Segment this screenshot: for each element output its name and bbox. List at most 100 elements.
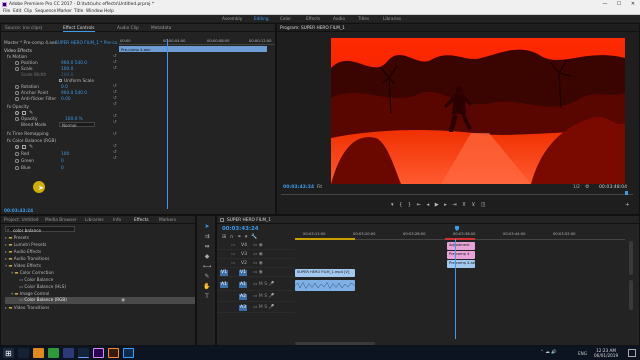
stopwatch-icon[interactable] — [15, 166, 19, 170]
uniform-scale-checkbox[interactable] — [59, 79, 62, 82]
settings-wrench-icon[interactable]: ⚙ — [585, 184, 589, 190]
add-button-icon[interactable]: + — [625, 202, 630, 208]
rectangle-mask-icon[interactable] — [22, 110, 26, 115]
workspace-editing[interactable]: Editing — [254, 16, 269, 21]
clip-super-hero-film-audio[interactable] — [294, 280, 356, 291]
menu-title[interactable]: Title — [74, 9, 83, 14]
tab-media-browser[interactable]: Media Browser — [45, 218, 77, 223]
close-button[interactable]: ✕ — [626, 0, 640, 8]
sequence-clip-label[interactable]: SUPER HERO FILM_1 * Pre-co... — [55, 41, 121, 46]
workspace-libraries[interactable]: Libraries — [383, 16, 401, 21]
export-frame-icon[interactable]: ◫ — [481, 202, 491, 208]
marker-icon[interactable]: ▾ — [391, 202, 399, 208]
after-effects-icon[interactable] — [78, 348, 89, 358]
tab-sequence[interactable]: SUPER HERO FILM_1 — [227, 218, 271, 223]
property-blend-mode[interactable]: Blend Mode Normal — [1, 122, 119, 128]
ec-playhead[interactable] — [167, 39, 168, 209]
fit-select[interactable]: Fit — [317, 185, 322, 190]
work-area-bar[interactable] — [295, 238, 355, 240]
nest-icon[interactable]: ⊞ — [222, 234, 230, 240]
type-tool-icon[interactable]: T — [202, 292, 212, 302]
hand-tool-icon[interactable]: ✋ — [202, 282, 212, 292]
tree-item-color-correction[interactable]: ▾ ▬ Color Correction — [11, 270, 54, 276]
program-monitor-title[interactable]: Program: SUPER HERO FILM_1 — [280, 26, 345, 31]
property-red[interactable]: Red 100 — [1, 151, 119, 157]
workspace-effects[interactable]: Effects — [306, 16, 320, 21]
tree-item-color-balance-hls[interactable]: ▭ Color Balance (HLS) — [19, 284, 66, 290]
property-green[interactable]: Green 0 — [1, 158, 119, 164]
illustrator-icon[interactable] — [108, 348, 119, 358]
taskbar-clock[interactable]: 12:23 AM 06/01/2019 — [594, 348, 618, 358]
tab-project[interactable]: Project: Untitled — [4, 218, 39, 223]
tree-item-audio-effects[interactable]: ▸ ▬ Audio Effects — [5, 249, 41, 255]
tab-effects[interactable]: Effects — [134, 218, 149, 223]
close-tab-icon[interactable] — [220, 218, 224, 222]
track-header-a2[interactable]: A2 ▭ M S 🎤 — [217, 291, 295, 302]
clip-pre-comp-4[interactable]: Pre-comp 4 — [447, 251, 475, 259]
out-point-icon[interactable]: } — [408, 202, 417, 208]
tree-item-audio-transitions[interactable]: ▸ ▬ Audio Transitions — [5, 256, 49, 262]
workspace-audio[interactable]: Audio — [333, 16, 345, 21]
video-tracks-scrollbar[interactable] — [629, 241, 633, 275]
tab-source[interactable]: Source: (no clips) — [5, 26, 42, 31]
go-to-in-icon[interactable]: ⇤ — [417, 202, 427, 208]
stopwatch-icon[interactable] — [15, 97, 19, 101]
track-header-a1[interactable]: A1 A1 ▭ M S 🎤 — [217, 279, 295, 291]
chrome-icon[interactable] — [48, 348, 59, 358]
ec-timecode[interactable]: 00:03:43:24 — [4, 209, 33, 214]
timeline-timecode[interactable]: 00:03:43:24 — [222, 226, 258, 232]
tree-item-lumetri-presets[interactable]: ▸ ▬ Lumetri Presets — [5, 242, 46, 248]
workspace-color[interactable]: Color — [280, 16, 291, 21]
snap-icon[interactable]: ∩ — [230, 234, 237, 240]
maximize-button[interactable]: ☐ — [612, 0, 626, 8]
property-blue[interactable]: Blue 0 — [1, 165, 119, 171]
workspace-titles[interactable]: Titles — [358, 16, 369, 21]
play-icon[interactable]: ▶ — [435, 202, 445, 208]
rectangle-mask-icon[interactable] — [22, 144, 26, 149]
in-point-icon[interactable]: { — [399, 202, 408, 208]
pen-mask-icon[interactable]: ✎ — [29, 110, 33, 116]
extract-icon[interactable]: ⊻ — [471, 202, 480, 208]
tab-libraries[interactable]: Libraries — [85, 218, 104, 223]
track-header-v4[interactable]: ▭ V4 ▭ ◉ — [217, 241, 295, 250]
clip-super-hero-film-video[interactable]: SUPER HERO FILM_1.mp4 [V] — [295, 269, 355, 277]
resolution-select[interactable]: 1/2 — [573, 185, 580, 190]
program-scrub-bar[interactable] — [281, 191, 633, 195]
premiere-pro-taskbar-icon[interactable] — [93, 348, 104, 358]
track-header-v2[interactable]: ▭ V2 ▭ ◉ — [217, 259, 295, 268]
blend-mode-select[interactable]: Normal — [59, 122, 95, 128]
timeline-horizontal-scrollbar[interactable] — [295, 342, 375, 345]
slip-tool-icon[interactable]: ⟷ — [202, 262, 212, 272]
start-button-icon[interactable]: ⊞ — [3, 348, 14, 358]
track-header-a3[interactable]: A3 ▭ M S 🎤 — [217, 302, 295, 313]
effect-controls-ruler[interactable]: 00:00 00:00:04:00 00:00:08:00 00:00:12:0… — [119, 39, 275, 45]
timeline-tracks-area[interactable]: Adjustment Pre-comp 4 Pre-comp 4.aec SUP… — [294, 239, 625, 341]
tree-item-presets[interactable]: ▸ ▬ Presets — [5, 235, 29, 241]
effects-search-input[interactable]: ⌕ color balance — [5, 226, 75, 233]
pen-tool-icon[interactable]: ✎ — [202, 272, 212, 282]
menu-clip[interactable]: Clip — [24, 9, 32, 14]
app-icon[interactable] — [63, 348, 74, 358]
ellipse-mask-icon[interactable] — [15, 110, 19, 115]
step-back-icon[interactable]: ◂ — [427, 202, 435, 208]
go-to-out-icon[interactable]: ⇥ — [452, 202, 462, 208]
reset-icons-column[interactable]: ↺ ↺ ↺ ↺ ↺ ↺ ↺ ↺ ↺ ↺ ↺ ↺ ↺ — [113, 54, 118, 174]
nested-clip-bar[interactable]: Pre-comp 4.aec — [119, 46, 267, 52]
tab-markers[interactable]: Markers — [159, 218, 176, 223]
audio-tracks-scrollbar[interactable] — [629, 280, 633, 310]
tree-item-color-balance[interactable]: ▭ Color Balance — [19, 277, 53, 283]
selection-tool-icon[interactable]: ➤ — [202, 222, 212, 232]
pen-mask-icon[interactable]: ✎ — [29, 144, 33, 150]
tree-item-color-balance-rgb[interactable]: ▭ Color Balance (RGB) ▣ — [5, 297, 195, 304]
menu-file[interactable]: File — [3, 9, 10, 14]
track-header-v1[interactable]: V1 V1 ▭ ◉ — [217, 268, 295, 277]
stopwatch-icon[interactable] — [15, 159, 19, 163]
stopwatch-icon[interactable] — [15, 67, 19, 71]
menu-edit[interactable]: Edit — [13, 9, 21, 14]
tab-info[interactable]: Info — [113, 218, 121, 223]
notifications-icon[interactable] — [628, 349, 636, 357]
clip-pre-comp-4-aec[interactable]: Pre-comp 4.aec — [447, 260, 475, 268]
tab-metadata[interactable]: Metadata — [151, 26, 171, 31]
program-current-timecode[interactable]: 00:03:43:24 — [283, 185, 314, 190]
timeline-ruler[interactable]: 00:03:12:00 00:03:20:00 00:03:28:00 00:0… — [295, 226, 625, 240]
